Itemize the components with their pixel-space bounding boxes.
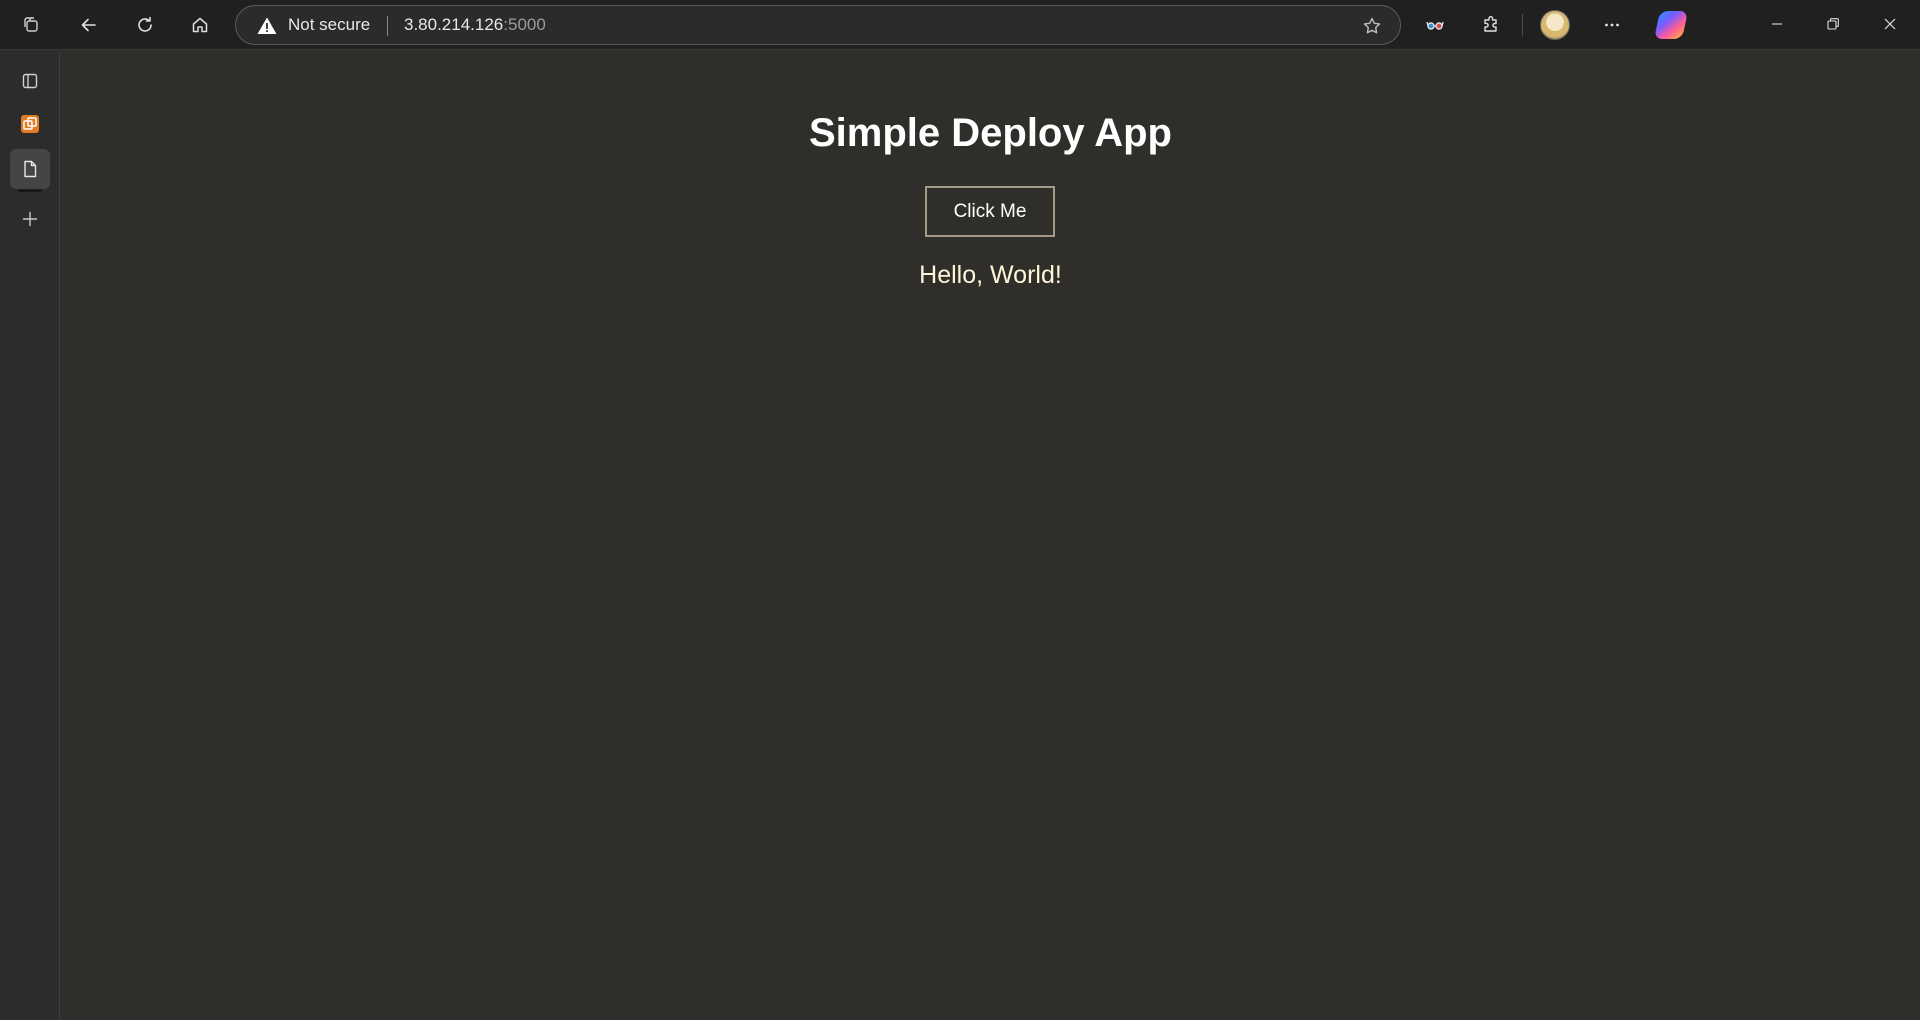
home-icon[interactable] (182, 7, 218, 43)
new-tab-plus-icon[interactable] (10, 199, 50, 239)
toolbar-divider (1522, 14, 1523, 36)
click-me-button[interactable]: Click Me (925, 186, 1055, 237)
close-icon[interactable] (1862, 0, 1918, 48)
greeting-message: Hello, World! (919, 261, 1062, 289)
workspaces-icon[interactable] (14, 7, 50, 43)
restore-icon[interactable] (1805, 0, 1861, 48)
minimize-icon[interactable] (1749, 0, 1805, 48)
vertical-tabs-sidebar (0, 51, 60, 1020)
app-tab-icon[interactable] (10, 104, 50, 144)
url-host: 3.80.214.126 (404, 15, 504, 34)
browser-toolbar: Not secure 3.80.214.126:5000 (0, 0, 1920, 50)
url-port: :5000 (503, 15, 546, 34)
profile-avatar[interactable] (1540, 10, 1570, 40)
back-arrow-icon[interactable] (71, 7, 107, 43)
page-tab-icon[interactable] (10, 149, 50, 192)
url-text[interactable]: 3.80.214.126:5000 (404, 6, 546, 44)
copilot-icon[interactable] (1654, 11, 1688, 39)
security-status-label[interactable]: Not secure (288, 6, 370, 44)
glasses-icon[interactable] (1417, 7, 1453, 43)
page-content: Simple Deploy App Click Me Hello, World! (61, 51, 1920, 1020)
address-divider (387, 16, 388, 36)
ellipsis-icon[interactable] (1594, 7, 1630, 43)
page-title: Simple Deploy App (808, 111, 1172, 155)
address-bar[interactable]: Not secure 3.80.214.126:5000 (235, 5, 1401, 45)
puzzle-icon[interactable] (1473, 7, 1509, 43)
app-tab-logo (21, 115, 39, 133)
warning-icon[interactable] (256, 15, 278, 37)
star-icon[interactable] (1360, 14, 1384, 38)
refresh-icon[interactable] (127, 7, 163, 43)
tab-panel-icon[interactable] (10, 61, 50, 101)
